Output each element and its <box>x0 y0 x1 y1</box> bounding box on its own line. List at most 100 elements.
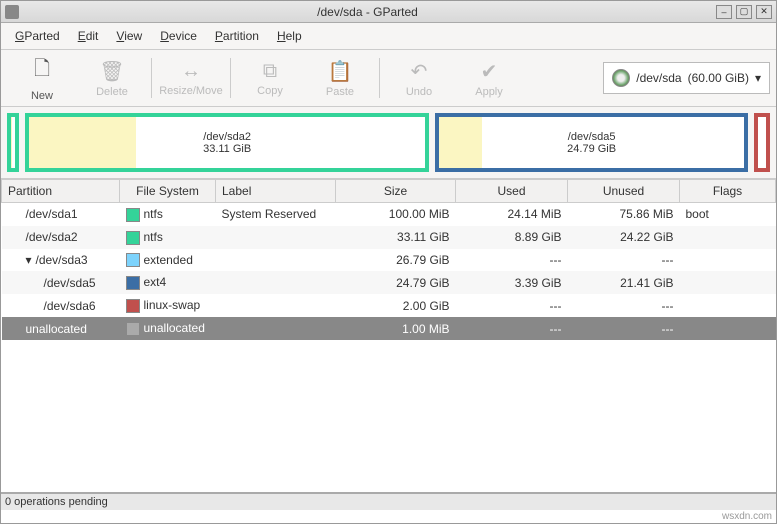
watermark: wsxdn.com <box>1 510 776 523</box>
check-icon: ✔ <box>481 59 498 84</box>
table-row[interactable]: unallocatedunallocated1.00 MiB------ <box>2 317 776 340</box>
label-cell <box>216 226 336 249</box>
label-cell <box>216 294 336 317</box>
block-sda2[interactable]: /dev/sda233.11 GiB <box>25 113 429 172</box>
unused-cell: --- <box>568 317 680 340</box>
col-used[interactable]: Used <box>456 180 568 203</box>
label-cell <box>216 317 336 340</box>
undo-icon: ↶ <box>411 59 428 84</box>
partition-map: /dev/sda233.11 GiB /dev/sda524.79 GiB <box>1 107 776 179</box>
used-cell: --- <box>456 317 568 340</box>
fs-name: ntfs <box>144 207 163 221</box>
partition-name: /dev/sda6 <box>8 299 96 313</box>
table-row[interactable]: /dev/sda2ntfs33.11 GiB8.89 GiB24.22 GiB <box>2 226 776 249</box>
table-row[interactable]: /dev/sda6linux-swap2.00 GiB------ <box>2 294 776 317</box>
col-fs[interactable]: File System <box>120 180 216 203</box>
resize-icon: ↔ <box>181 60 201 83</box>
device-name: /dev/sda <box>636 71 681 85</box>
chevron-down-icon: ▾ <box>755 71 761 85</box>
used-cell: --- <box>456 294 568 317</box>
col-unused[interactable]: Unused <box>568 180 680 203</box>
size-cell: 26.79 GiB <box>336 249 456 272</box>
used-cell: --- <box>456 249 568 272</box>
fs-swatch <box>126 253 140 267</box>
table-row[interactable]: /dev/sda5 ext4 24.79 GiB3.39 GiB21.41 GiB <box>2 271 776 294</box>
apply-button[interactable]: ✔Apply <box>454 52 524 104</box>
partition-name: /dev/sda2 <box>8 230 78 244</box>
flags-cell <box>680 317 776 340</box>
partition-name: ▾/dev/sda3 <box>8 253 88 267</box>
trash-icon: 🗑 <box>99 59 124 84</box>
col-partition[interactable]: Partition <box>2 180 120 203</box>
unused-cell: 75.86 MiB <box>568 203 680 226</box>
menu-gparted[interactable]: GParted <box>9 27 66 45</box>
maximize-button[interactable]: ▢ <box>736 5 752 19</box>
unused-cell: --- <box>568 249 680 272</box>
size-cell: 24.79 GiB <box>336 271 456 294</box>
partition-table: Partition File System Label Size Used Un… <box>1 179 776 493</box>
new-button[interactable]: 🗋New <box>7 52 77 104</box>
block-sda5[interactable]: /dev/sda524.79 GiB <box>435 113 748 172</box>
label-cell <box>216 271 336 294</box>
statusbar: 0 operations pending <box>1 493 776 510</box>
col-label[interactable]: Label <box>216 180 336 203</box>
fs-name: extended <box>144 253 193 267</box>
app-icon <box>5 5 19 19</box>
size-cell: 33.11 GiB <box>336 226 456 249</box>
size-cell: 2.00 GiB <box>336 294 456 317</box>
delete-button[interactable]: 🗑Delete <box>77 52 147 104</box>
undo-button[interactable]: ↶Undo <box>384 52 454 104</box>
table-row[interactable]: ▾/dev/sda3extended26.79 GiB------ <box>2 249 776 272</box>
size-cell: 1.00 MiB <box>336 317 456 340</box>
used-cell: 8.89 GiB <box>456 226 568 249</box>
fs-swatch <box>126 322 140 336</box>
menu-partition[interactable]: Partition <box>209 27 265 45</box>
fs-name: unallocated <box>144 321 205 335</box>
menu-edit[interactable]: Edit <box>72 27 105 45</box>
resize-button[interactable]: ↔Resize/Move <box>156 52 226 104</box>
flags-cell <box>680 294 776 317</box>
device-selector[interactable]: /dev/sda (60.00 GiB) ▾ <box>603 62 770 94</box>
separator <box>230 58 231 98</box>
fs-name: ext4 <box>144 275 167 289</box>
close-button[interactable]: ✕ <box>756 5 772 19</box>
block-sda1[interactable] <box>7 113 19 172</box>
flags-cell <box>680 271 776 294</box>
separator <box>379 58 380 98</box>
menubar: GParted Edit View Device Partition Help <box>1 23 776 50</box>
unused-cell: 24.22 GiB <box>568 226 680 249</box>
partition-name: /dev/sda5 <box>8 276 96 290</box>
fs-swatch <box>126 299 140 313</box>
label-cell <box>216 249 336 272</box>
label-cell: System Reserved <box>216 203 336 226</box>
block-sda6[interactable] <box>754 113 770 172</box>
unused-cell: --- <box>568 294 680 317</box>
copy-button[interactable]: ⧉Copy <box>235 52 305 104</box>
partition-name: unallocated <box>8 322 87 336</box>
partition-name: /dev/sda1 <box>8 207 78 221</box>
table-row[interactable]: /dev/sda1ntfsSystem Reserved100.00 MiB24… <box>2 203 776 226</box>
copy-icon: ⧉ <box>263 60 277 83</box>
paste-button[interactable]: 📋Paste <box>305 52 375 104</box>
fs-swatch <box>126 231 140 245</box>
col-flags[interactable]: Flags <box>680 180 776 203</box>
flags-cell <box>680 249 776 272</box>
menu-help[interactable]: Help <box>271 27 308 45</box>
toolbar: 🗋New 🗑Delete ↔Resize/Move ⧉Copy 📋Paste ↶… <box>1 50 776 107</box>
device-size: (60.00 GiB) <box>688 71 749 85</box>
unused-cell: 21.41 GiB <box>568 271 680 294</box>
menu-device[interactable]: Device <box>154 27 203 45</box>
separator <box>151 58 152 98</box>
expander-icon[interactable]: ▾ <box>26 253 36 267</box>
fs-swatch <box>126 276 140 290</box>
used-cell: 3.39 GiB <box>456 271 568 294</box>
menu-view[interactable]: View <box>110 27 148 45</box>
window-title: /dev/sda - GParted <box>23 5 712 19</box>
file-icon: 🗋 <box>34 54 50 88</box>
size-cell: 100.00 MiB <box>336 203 456 226</box>
flags-cell: boot <box>680 203 776 226</box>
flags-cell <box>680 226 776 249</box>
minimize-button[interactable]: – <box>716 5 732 19</box>
col-size[interactable]: Size <box>336 180 456 203</box>
fs-name: linux-swap <box>144 298 201 312</box>
